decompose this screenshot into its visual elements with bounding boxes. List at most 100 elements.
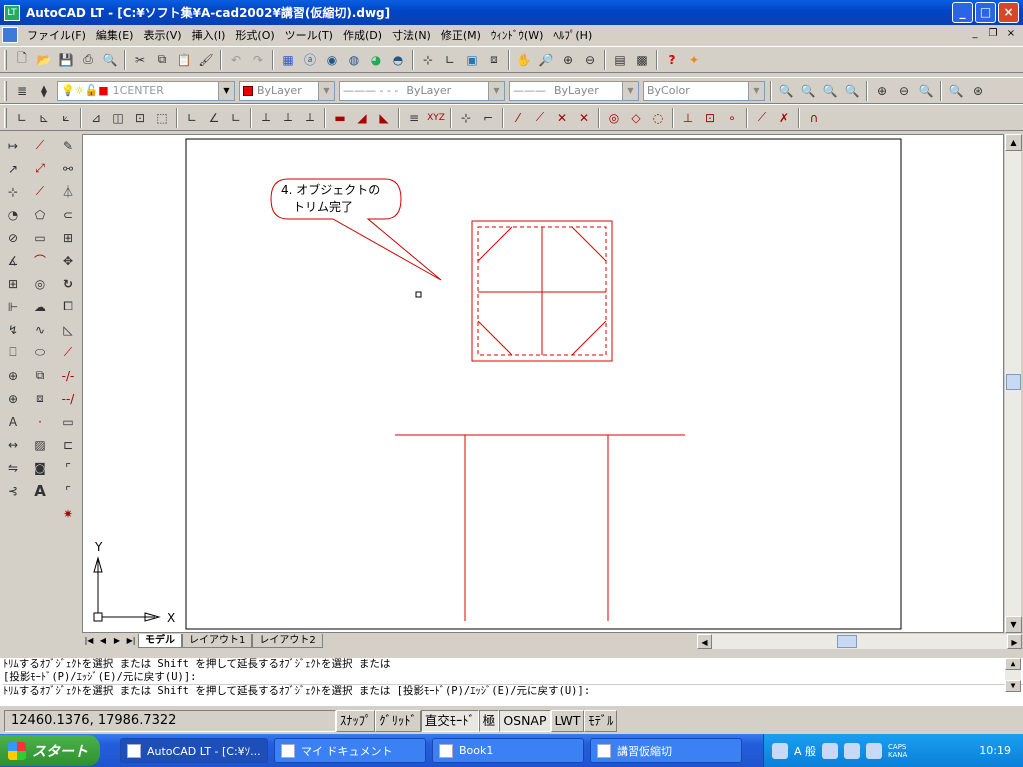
point-icon[interactable]: · xyxy=(27,410,53,433)
osnap-temp-icon[interactable]: ⊹ xyxy=(455,107,477,129)
ucs-l-icon[interactable]: ∟ xyxy=(225,107,247,129)
extend-icon[interactable]: --/ xyxy=(55,387,81,410)
dim-linear-icon[interactable]: ▬ xyxy=(329,107,351,129)
toolbar-grip[interactable] xyxy=(4,107,7,128)
close-button[interactable]: × xyxy=(998,2,1019,23)
osnap-none-icon[interactable]: ✗ xyxy=(773,107,795,129)
save-icon[interactable]: 💾 xyxy=(55,49,77,71)
globe-icon[interactable]: ◕ xyxy=(365,49,387,71)
cmd-scroll-down-button[interactable]: ▼ xyxy=(1005,680,1021,692)
scroll-down-button[interactable]: ▼ xyxy=(1005,616,1022,633)
scroll-right-button[interactable]: ▶ xyxy=(1007,634,1022,649)
command-scrollbar[interactable]: ▲ ▼ xyxy=(1005,658,1021,692)
fillet-icon[interactable]: ⌜ xyxy=(55,479,81,502)
zoom-scale-icon[interactable]: 🔍 xyxy=(819,80,841,102)
explode-icon[interactable]: ✷ xyxy=(55,502,81,525)
tab-model[interactable]: モデル xyxy=(138,634,182,648)
undo-icon[interactable]: ↶ xyxy=(225,49,247,71)
osnap-nearest-icon[interactable]: ⟋ xyxy=(751,107,773,129)
polygon-icon[interactable]: ⬠ xyxy=(27,203,53,226)
revcloud-icon[interactable]: ☁ xyxy=(27,295,53,318)
dim-continue-icon[interactable]: ↯ xyxy=(0,318,26,341)
minimize-button[interactable]: _ xyxy=(952,2,973,23)
chamfer-icon[interactable]: ⌜ xyxy=(55,456,81,479)
tab-prev-button[interactable]: ◀ xyxy=(96,634,110,648)
menu-draw[interactable]: 作成(D) xyxy=(338,27,387,43)
help-icon[interactable]: ? xyxy=(661,49,683,71)
osnap-settings-icon[interactable]: ∩ xyxy=(803,107,825,129)
ucs-named-icon[interactable]: ⟂ xyxy=(277,107,299,129)
zoom-prev-icon[interactable]: ⊛ xyxy=(967,80,989,102)
toolbar-grip[interactable] xyxy=(4,49,7,70)
dim-text-edit-icon[interactable]: ↔ xyxy=(0,433,26,456)
ucs-x-icon[interactable]: ∟ xyxy=(181,107,203,129)
zoom-window-icon[interactable]: 🔍 xyxy=(775,80,797,102)
dim-edit-icon[interactable]: A xyxy=(0,410,26,433)
osnap-toggle[interactable]: OSNAP xyxy=(499,710,551,732)
menu-dimension[interactable]: 寸法(N) xyxy=(387,27,436,43)
web-icon[interactable]: ◓ xyxy=(387,49,409,71)
ortho-toggle[interactable]: 直交ﾓｰﾄﾞ xyxy=(420,710,479,732)
horizontal-scroll-thumb[interactable] xyxy=(837,635,857,648)
osnap-tangent-icon[interactable]: ◌ xyxy=(647,107,669,129)
print-icon[interactable]: ⎙ xyxy=(77,49,99,71)
line-icon[interactable]: ⟋ xyxy=(27,134,53,157)
make-block-icon[interactable]: ⧈ xyxy=(27,387,53,410)
task-autocad[interactable]: AutoCAD LT - [C:¥ｿ... xyxy=(120,738,268,763)
menu-help[interactable]: ﾍﾙﾌﾟ(H) xyxy=(548,27,597,43)
dim-aligned-icon[interactable]: ◢ xyxy=(351,107,373,129)
zoom-out-icon[interactable]: ⊖ xyxy=(893,80,915,102)
osnap-perpendicular-icon[interactable]: ⊥ xyxy=(677,107,699,129)
maximize-button[interactable]: □ xyxy=(975,2,996,23)
osnap-apparent-icon[interactable]: ✕ xyxy=(573,107,595,129)
menu-insert[interactable]: 挿入(I) xyxy=(187,27,231,43)
ucs-z-icon[interactable]: ∠ xyxy=(203,107,225,129)
grid-toggle[interactable]: ｸﾞﾘｯﾄﾞ xyxy=(375,710,421,732)
snap-from-icon[interactable]: ⊹ xyxy=(417,49,439,71)
menu-modify[interactable]: 修正(M) xyxy=(436,27,486,43)
center-mark-icon[interactable]: ⊕ xyxy=(0,387,26,410)
open-folder-icon[interactable]: 📂 xyxy=(33,49,55,71)
doc-restore-button[interactable]: ❐ xyxy=(985,27,1001,41)
quick-dim-icon[interactable]: ⊞ xyxy=(0,272,26,295)
menu-edit[interactable]: 編集(E) xyxy=(91,27,139,43)
autocad-app-icon[interactable]: LT xyxy=(4,4,20,21)
named-views-icon[interactable]: ⧈ xyxy=(483,49,505,71)
scroll-left-button[interactable]: ◀ xyxy=(697,634,712,649)
pan-realtime-icon[interactable]: ✋ xyxy=(513,49,535,71)
scroll-up-button[interactable]: ▲ xyxy=(1005,134,1022,151)
dim-xyz-icon[interactable]: XYZ xyxy=(425,107,447,129)
stretch-icon[interactable]: ◺ xyxy=(55,318,81,341)
task-kosyu[interactable]: 講習仮縮切 xyxy=(590,738,742,763)
osnap-from-icon[interactable]: ⌐ xyxy=(477,107,499,129)
dim-ordinate-icon[interactable]: ⊹ xyxy=(0,180,26,203)
color-combo[interactable]: ByLayer ▼ xyxy=(239,80,335,101)
zoom-in-icon[interactable]: ⊕ xyxy=(871,80,893,102)
vertical-scrollbar[interactable]: ▲ ▼ xyxy=(1004,134,1022,633)
ucs-3point-icon[interactable]: ⟀ xyxy=(55,107,77,129)
move-icon[interactable]: ✥ xyxy=(55,249,81,272)
dim-ordinate-icon[interactable]: ◣ xyxy=(373,107,395,129)
zoom-extents-icon[interactable]: 🔍 xyxy=(945,80,967,102)
dim-list-icon[interactable]: ≡ xyxy=(403,107,425,129)
ucs-icon[interactable]: ∟ xyxy=(439,49,461,71)
design-center-icon[interactable]: ▦ xyxy=(277,49,299,71)
osnap-node-icon[interactable]: ∘ xyxy=(721,107,743,129)
tab-first-button[interactable]: |◀ xyxy=(82,634,96,648)
zoom-all-icon[interactable]: 🔍 xyxy=(915,80,937,102)
trim-icon[interactable]: -/- xyxy=(55,364,81,387)
layer-combo[interactable]: 💡☼🔓■ 1CENTER ▼ xyxy=(57,80,235,101)
command-window[interactable]: ﾄﾘﾑするｵﾌﾞｼﾞｪｸﾄを選択 または Shift を押して延長するｵﾌﾞｼﾞ… xyxy=(0,656,1023,706)
tab-layout1[interactable]: レイアウト1 xyxy=(182,634,253,648)
zoom-center-icon[interactable]: 🔍 xyxy=(841,80,863,102)
dbconnect-icon[interactable]: ▩ xyxy=(631,49,653,71)
ucs-world-icon[interactable]: ∟ xyxy=(11,107,33,129)
preview-icon[interactable]: 🔍 xyxy=(99,49,121,71)
rotate-icon[interactable]: ↻ xyxy=(55,272,81,295)
join-icon[interactable]: ⊏ xyxy=(55,433,81,456)
array-icon[interactable]: ⊞ xyxy=(55,226,81,249)
model-toggle[interactable]: ﾓﾃﾞﾙ xyxy=(584,710,618,732)
rectangle-icon[interactable]: ▭ xyxy=(27,226,53,249)
copy-icon[interactable]: ⧉ xyxy=(151,49,173,71)
dim-angular-icon[interactable]: ∡ xyxy=(0,249,26,272)
